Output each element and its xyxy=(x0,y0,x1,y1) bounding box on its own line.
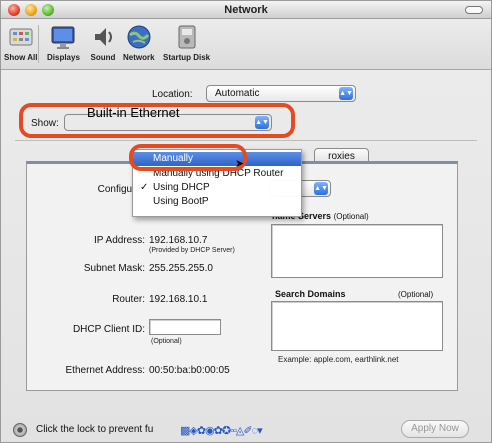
menu-item-label: Using DHCP xyxy=(153,182,210,193)
ethernet-address-value: 00:50:ba:b0:00:05 xyxy=(149,365,230,376)
toolbar-network[interactable]: Network xyxy=(123,23,155,62)
sound-icon xyxy=(89,23,117,51)
network-icon xyxy=(125,23,153,51)
popup-arrows-icon: ▲▼ xyxy=(339,87,353,100)
lock-icon[interactable] xyxy=(13,423,27,437)
toolbar-label: Show All xyxy=(4,53,38,62)
checkmark-icon: ✓ xyxy=(140,182,149,193)
toolbar-label: Sound xyxy=(90,53,116,62)
toolbar-separator xyxy=(38,25,39,63)
search-domains-heading: Search Domains xyxy=(275,289,346,299)
search-domains-field[interactable] xyxy=(271,301,443,351)
toolbar-label: Network xyxy=(123,53,155,62)
ethernet-address-label: Ethernet Address: xyxy=(65,365,146,376)
dhcp-client-id-label: DHCP Client ID: xyxy=(72,324,145,335)
router-label: Router: xyxy=(112,294,145,305)
toolbar-sound[interactable]: Sound xyxy=(89,23,117,62)
dhcp-client-id-note: (Optional) xyxy=(151,338,182,345)
ip-address-value: 192.168.10.7 xyxy=(149,235,208,246)
manually-highlight-ring xyxy=(129,144,247,171)
menu-item-using-dhcp[interactable]: ✓ Using DHCP xyxy=(133,181,301,195)
location-popup[interactable]: Automatic ▲▼ xyxy=(206,85,356,102)
show-all-icon xyxy=(7,23,35,51)
lock-text: Click the lock to prevent fu xyxy=(36,424,154,435)
toolbar-displays[interactable]: Displays xyxy=(47,23,80,62)
location-popup-value: Automatic xyxy=(215,88,260,99)
router-value: 192.168.10.1 xyxy=(149,294,208,305)
toolbar-label: Startup Disk xyxy=(163,53,211,62)
toolbar-show-all[interactable]: Show All xyxy=(4,23,37,62)
watermark-glyphs: ▩◈✿◉✿✪◦▫◬✐◌▾ xyxy=(180,425,263,437)
apply-now-button[interactable]: Apply Now xyxy=(401,420,469,438)
ip-address-note: (Provided by DHCP Server) xyxy=(149,247,235,254)
separator xyxy=(15,140,477,141)
window-title: Network xyxy=(224,4,268,16)
show-highlight-ring xyxy=(19,103,295,138)
menu-item-label: Using BootP xyxy=(153,196,209,207)
popup-arrows-icon: ▲▼ xyxy=(314,182,328,195)
toolbar-startup-disk[interactable]: Startup Disk xyxy=(163,23,210,62)
startup-disk-icon xyxy=(173,23,201,51)
subnet-mask-value: 255.255.255.0 xyxy=(149,263,213,274)
dns-servers-field[interactable] xyxy=(271,224,443,278)
dns-optional: (Optional) xyxy=(333,212,369,221)
location-label: Location: xyxy=(152,89,193,100)
title-bar: Network xyxy=(1,1,491,19)
ip-address-label: IP Address: xyxy=(94,235,145,246)
menu-item-using-bootp[interactable]: Using BootP xyxy=(133,195,301,209)
network-preferences-window: Network Show All Displays Sound Network … xyxy=(0,0,492,443)
dhcp-client-id-field[interactable] xyxy=(149,319,221,335)
toolbar-toggle-button[interactable] xyxy=(465,6,483,14)
toolbar: Show All Displays Sound Network Startup xyxy=(1,19,491,70)
search-domains-example: Example: apple.com, earthlink.net xyxy=(278,355,399,364)
displays-icon xyxy=(49,23,77,51)
subnet-mask-label: Subnet Mask: xyxy=(83,263,145,274)
search-domains-optional: (Optional) xyxy=(398,290,434,299)
toolbar-label: Displays xyxy=(47,53,80,62)
mouse-cursor-icon: ➤ xyxy=(235,158,245,170)
